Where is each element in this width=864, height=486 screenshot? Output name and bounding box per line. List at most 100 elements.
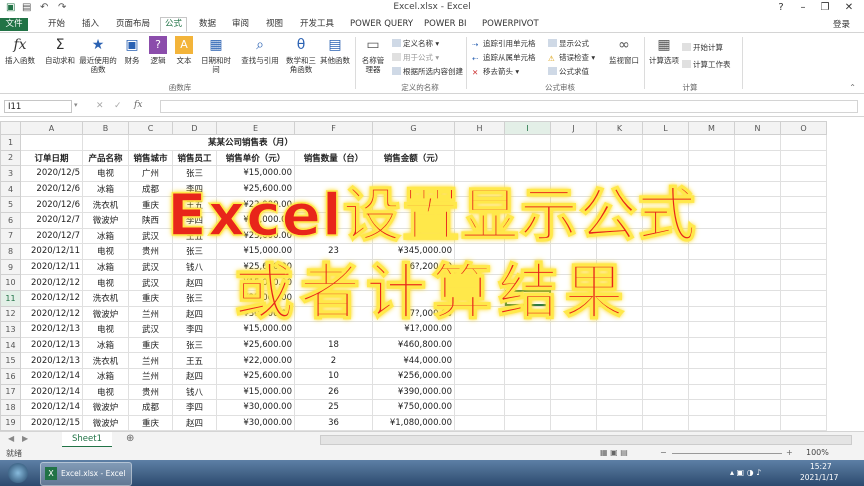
cell-N16[interactable] <box>734 367 781 385</box>
data-cell[interactable]: ¥30,000.00 <box>216 399 295 416</box>
column-title[interactable]: 销售金额（元） <box>372 149 455 167</box>
cell-L17[interactable] <box>642 383 689 401</box>
cell-I15[interactable] <box>504 352 551 369</box>
column-header-I[interactable]: I <box>504 121 551 135</box>
cell-M16[interactable] <box>688 367 735 385</box>
cell-J1[interactable] <box>550 134 597 151</box>
data-cell[interactable]: 2020/12/15 <box>20 414 83 431</box>
cell-O16[interactable] <box>780 367 827 385</box>
minimize-button[interactable]: – <box>792 1 814 14</box>
data-cell[interactable]: 2020/12/14 <box>20 367 83 385</box>
cell-K18[interactable] <box>596 399 643 416</box>
data-cell[interactable]: 钱八 <box>172 383 217 401</box>
data-cell[interactable]: 重庆 <box>128 414 173 431</box>
column-header-A[interactable]: A <box>20 121 83 135</box>
fx-icon[interactable]: fx <box>134 100 142 110</box>
tab-file[interactable]: 文件 <box>0 18 28 31</box>
sheet-title[interactable]: 某某公司销售表（月） <box>128 134 373 151</box>
datetime-button[interactable]: ▦ 日期和时间 <box>198 36 234 74</box>
cell-N18[interactable] <box>734 399 781 416</box>
column-title[interactable]: 销售单价（元） <box>216 149 295 167</box>
data-cell[interactable]: 赵四 <box>172 414 217 431</box>
row-header-15[interactable]: 15 <box>0 352 21 369</box>
tab-developer[interactable]: 开发工具 <box>296 18 338 31</box>
data-cell[interactable]: ¥460,800.00 <box>372 336 455 354</box>
data-cell[interactable]: ¥44,000.00 <box>372 352 455 369</box>
column-header-O[interactable]: O <box>780 121 827 135</box>
cell-I14[interactable] <box>504 336 551 354</box>
trace-dependents-button[interactable]: ⇠ 追踪从属单元格 <box>472 52 536 63</box>
help-icon[interactable]: ? <box>770 1 792 14</box>
cell-I18[interactable] <box>504 399 551 416</box>
data-cell[interactable]: 18 <box>294 336 373 354</box>
row-header-2[interactable]: 2 <box>0 149 21 167</box>
cell-H19[interactable] <box>454 414 505 431</box>
data-cell[interactable]: 2020/12/14 <box>20 399 83 416</box>
column-header-F[interactable]: F <box>294 121 373 135</box>
data-cell[interactable]: 微波炉 <box>82 399 129 416</box>
cell-O1[interactable] <box>780 134 827 151</box>
prev-sheet-icon[interactable]: ◀ <box>8 434 14 443</box>
data-cell[interactable]: ¥25,600.00 <box>216 336 295 354</box>
data-cell[interactable]: ¥15,000.00 <box>216 383 295 401</box>
lookup-button[interactable]: ⌕ 查找与引用 <box>238 36 282 65</box>
cell-B1[interactable] <box>82 134 129 151</box>
data-cell[interactable]: 36 <box>294 414 373 431</box>
evaluate-formula-button[interactable]: 公式求值 <box>548 66 589 77</box>
select-all-corner[interactable] <box>0 121 21 135</box>
column-title[interactable]: 销售员工 <box>172 149 217 167</box>
cell-I1[interactable] <box>504 134 551 151</box>
row-header-1[interactable]: 1 <box>0 134 21 151</box>
data-cell[interactable]: 李四 <box>172 399 217 416</box>
data-cell[interactable]: 重庆 <box>128 336 173 354</box>
column-header-L[interactable]: L <box>642 121 689 135</box>
tab-powerpivot[interactable]: POWERPIVOT <box>478 18 543 31</box>
data-cell[interactable]: ¥25,600.00 <box>216 367 295 385</box>
data-cell[interactable]: 洗衣机 <box>82 352 129 369</box>
text-functions-button[interactable]: A 文本 <box>172 36 196 65</box>
cell-H14[interactable] <box>454 336 505 354</box>
tab-data[interactable]: 数据 <box>195 18 220 31</box>
cell-A1[interactable] <box>20 134 83 151</box>
column-header-M[interactable]: M <box>688 121 735 135</box>
cell-L1[interactable] <box>642 134 689 151</box>
restore-button[interactable]: ❐ <box>814 1 836 14</box>
cell-K17[interactable] <box>596 383 643 401</box>
error-checking-button[interactable]: ⚠ 错误检查 ▾ <box>548 52 595 63</box>
next-sheet-icon[interactable]: ▶ <box>22 434 28 443</box>
math-button[interactable]: θ 数学和三角函数 <box>286 36 316 74</box>
cancel-icon[interactable]: ✕ <box>96 101 104 111</box>
column-title[interactable]: 订单日期 <box>20 149 83 167</box>
data-cell[interactable]: 兰州 <box>128 352 173 369</box>
data-cell[interactable]: ¥1,080,000.00 <box>372 414 455 431</box>
cell-I16[interactable] <box>504 367 551 385</box>
cell-L19[interactable] <box>642 414 689 431</box>
cell-K2[interactable] <box>596 149 643 167</box>
watch-window-button[interactable]: ∞ 监视窗口 <box>606 36 642 65</box>
data-cell[interactable]: 冰箱 <box>82 367 129 385</box>
cell-J18[interactable] <box>550 399 597 416</box>
column-title[interactable]: 产品名称 <box>82 149 129 167</box>
cell-K15[interactable] <box>596 352 643 369</box>
data-cell[interactable]: ¥750,000.00 <box>372 399 455 416</box>
column-header-N[interactable]: N <box>734 121 781 135</box>
cell-N15[interactable] <box>734 352 781 369</box>
column-header-H[interactable]: H <box>454 121 505 135</box>
cell-J17[interactable] <box>550 383 597 401</box>
sheet-tab-sheet1[interactable]: Sheet1 <box>62 432 112 448</box>
name-manager-button[interactable]: ▭ 名称管理器 <box>358 36 388 74</box>
collapse-ribbon-icon[interactable]: ⌃ <box>849 83 856 92</box>
column-header-J[interactable]: J <box>550 121 597 135</box>
recent-functions-button[interactable]: ★ 最近使用的函数 <box>78 36 118 74</box>
data-cell[interactable]: 2020/12/13 <box>20 352 83 369</box>
data-cell[interactable]: 26 <box>294 383 373 401</box>
cell-M15[interactable] <box>688 352 735 369</box>
column-header-G[interactable]: G <box>372 121 455 135</box>
data-cell[interactable]: 兰州 <box>128 367 173 385</box>
autosum-button[interactable]: Σ 自动求和 <box>42 36 78 65</box>
data-cell[interactable]: 10 <box>294 367 373 385</box>
cell-K16[interactable] <box>596 367 643 385</box>
tab-home[interactable]: 开始 <box>44 18 69 31</box>
tab-review[interactable]: 审阅 <box>228 18 253 31</box>
tab-page-layout[interactable]: 页面布局 <box>112 18 154 31</box>
